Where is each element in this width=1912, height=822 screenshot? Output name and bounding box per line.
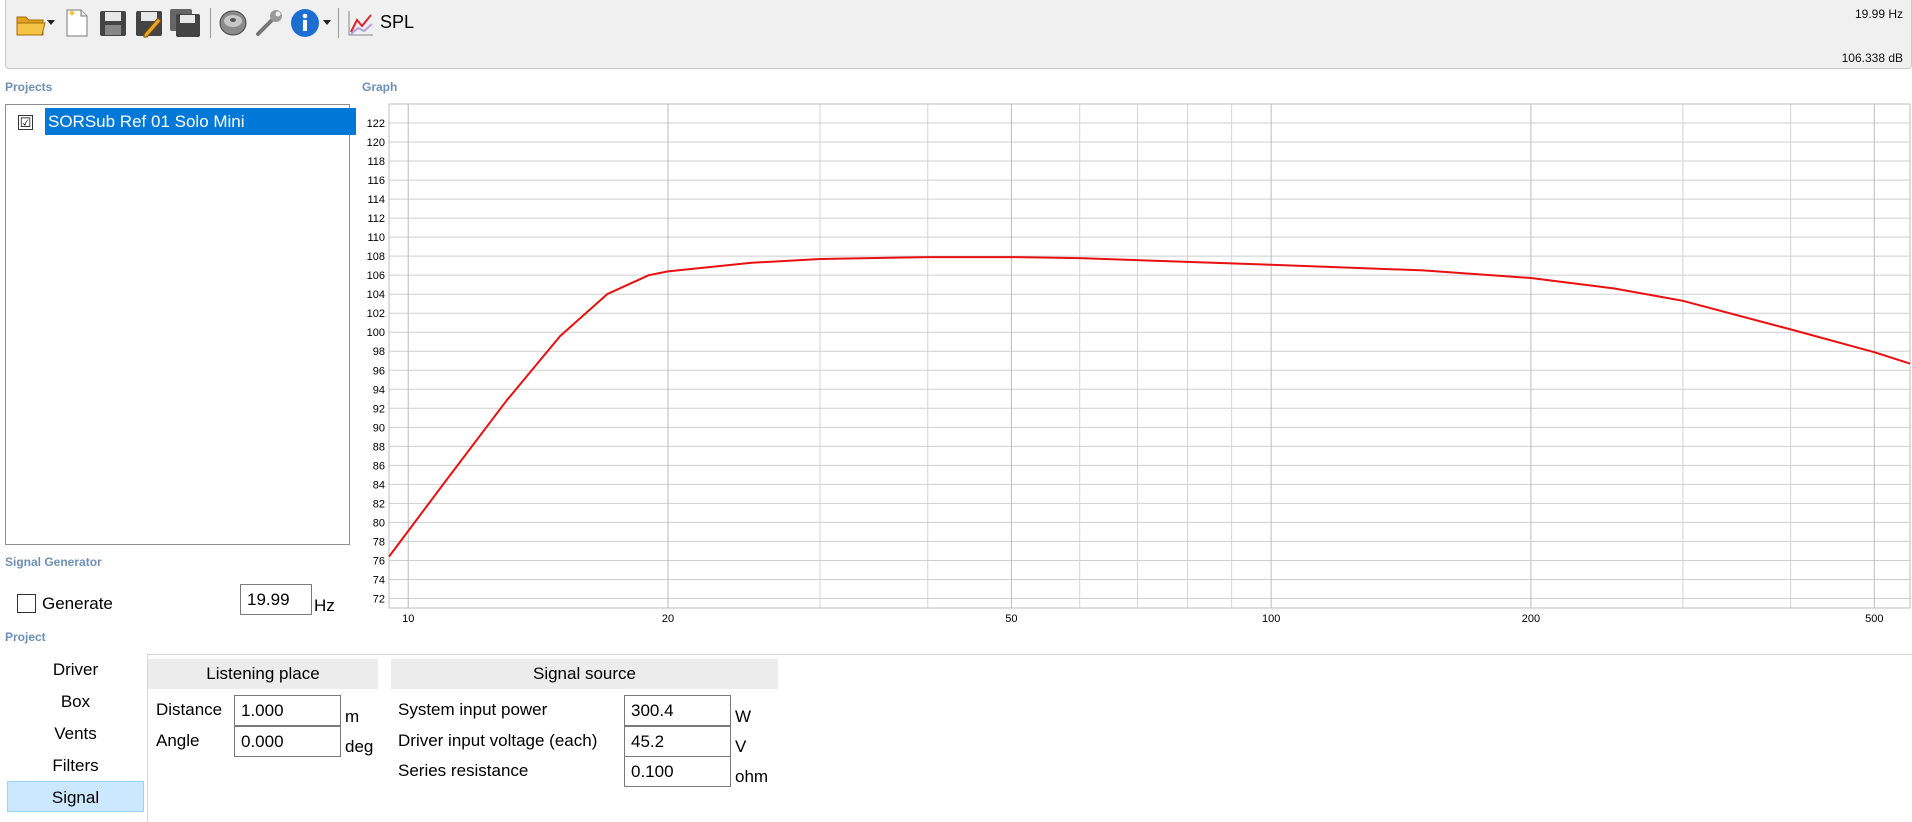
spl-graph[interactable]: 72 74 76 78 80 82 84 86 88 90 92 94 96 98 100 102 104 106… xyxy=(352,103,1912,633)
y-tick-label: 108 xyxy=(367,251,385,263)
x-tick-label: 50 xyxy=(1005,613,1017,625)
system-input-power-label: System input power xyxy=(398,700,548,719)
system-input-power-input[interactable]: 300.4 xyxy=(624,695,731,726)
nav-item-signal[interactable]: Signal xyxy=(7,781,144,812)
project-section-label: Project xyxy=(5,630,46,644)
nav-item-vents[interactable]: Vents xyxy=(7,718,144,749)
distance-unit: m xyxy=(345,707,360,726)
y-tick-label: 86 xyxy=(373,460,385,472)
spl-button-label[interactable]: SPL xyxy=(380,12,414,33)
y-tick-label: 78 xyxy=(373,536,385,548)
y-tick-label: 112 xyxy=(367,213,385,225)
distance-input[interactable]: 1.000 xyxy=(234,695,341,726)
y-tick-label: 76 xyxy=(373,555,385,567)
generate-label: Generate xyxy=(42,594,113,613)
angle-unit: deg xyxy=(345,737,374,756)
spl-graph-icon[interactable] xyxy=(344,6,378,40)
y-tick-label: 110 xyxy=(367,232,385,244)
signal-source-header: Signal source xyxy=(391,659,778,689)
projects-section-label: Projects xyxy=(5,80,53,94)
listening-place-header: Listening place xyxy=(148,659,378,689)
frequency-input[interactable]: 19.99 xyxy=(240,584,312,615)
y-tick-label: 96 xyxy=(373,365,385,377)
y-tick-label: 118 xyxy=(367,156,385,168)
toolbar: SPL 19.99 Hz 106.338 dB xyxy=(5,0,1912,69)
frequency-unit: Hz xyxy=(314,596,335,615)
spl-chart[interactable]: 72 74 76 78 80 82 84 86 88 90 92 94 96 98 100 102 104 106… xyxy=(352,103,1912,633)
graph-section-label: Graph xyxy=(362,80,398,94)
y-tick-label: 104 xyxy=(367,289,385,301)
nav-item-box[interactable]: Box xyxy=(7,686,144,717)
series-resistance-input[interactable]: 0.100 xyxy=(624,756,731,787)
y-tick-label: 74 xyxy=(373,574,385,586)
series-resistance-label: Series resistance xyxy=(398,761,529,780)
speaker-driver-icon[interactable] xyxy=(216,6,250,40)
y-tick-label: 100 xyxy=(367,327,385,339)
angle-label: Angle xyxy=(156,731,200,750)
project-name[interactable]: SORSub Ref 01 Solo Mini xyxy=(45,108,356,135)
y-tick-label: 88 xyxy=(373,441,385,453)
y-tick-label: 84 xyxy=(373,479,385,491)
x-tick-label: 10 xyxy=(402,613,414,625)
list-item[interactable]: ☑ SORSub Ref 01 Solo Mini xyxy=(12,107,356,135)
x-tick-label: 500 xyxy=(1865,613,1883,625)
y-tick-label: 102 xyxy=(367,308,385,320)
y-tick-label: 122 xyxy=(367,118,385,130)
new-document-icon[interactable] xyxy=(60,6,94,40)
y-tick-label: 90 xyxy=(373,422,385,434)
y-tick-label: 92 xyxy=(373,403,385,415)
save-icon[interactable] xyxy=(96,6,130,40)
toolbar-separator xyxy=(338,8,339,38)
x-tick-label: 20 xyxy=(662,613,674,625)
toolbar-separator xyxy=(210,8,211,38)
chevron-down-icon[interactable] xyxy=(322,17,332,27)
x-tick-label: 100 xyxy=(1262,613,1280,625)
distance-label: Distance xyxy=(156,700,223,719)
save-as-icon[interactable] xyxy=(132,6,166,40)
y-tick-label: 106 xyxy=(367,270,385,282)
save-all-icon[interactable] xyxy=(168,6,202,40)
driver-input-voltage-input[interactable]: 45.2 xyxy=(624,726,731,757)
y-tick-label: 116 xyxy=(367,175,385,187)
open-folder-icon[interactable] xyxy=(14,6,48,40)
power-unit: W xyxy=(735,707,752,726)
y-tick-label: 120 xyxy=(367,137,385,149)
driver-input-voltage-label: Driver input voltage (each) xyxy=(398,731,598,750)
project-checkbox[interactable]: ☑ xyxy=(18,115,33,130)
nav-item-filters[interactable]: Filters xyxy=(7,750,144,781)
y-tick-label: 98 xyxy=(373,346,385,358)
signal-generator-section-label: Signal Generator xyxy=(5,555,102,569)
y-tick-label: 114 xyxy=(367,194,385,206)
y-tick-label: 80 xyxy=(373,517,385,529)
info-icon[interactable] xyxy=(288,6,322,40)
voltage-unit: V xyxy=(735,737,747,756)
y-tick-label: 72 xyxy=(373,593,385,605)
frequency-readout: 19.99 Hz xyxy=(1854,7,1903,21)
level-readout: 106.338 dB xyxy=(1841,51,1903,65)
wrench-icon[interactable] xyxy=(252,6,286,40)
nav-item-driver[interactable]: Driver xyxy=(7,654,144,685)
projects-list: ☑ SORSub Ref 01 Solo Mini xyxy=(5,104,356,545)
signal-settings-panel: Listening place Distance 1.000 m Angle 0… xyxy=(147,654,1912,822)
angle-input[interactable]: 0.000 xyxy=(234,726,341,757)
chevron-down-icon[interactable] xyxy=(46,17,56,27)
y-tick-label: 82 xyxy=(373,498,385,510)
y-tick-label: 94 xyxy=(373,384,385,396)
generate-checkbox[interactable] xyxy=(17,594,36,613)
resistance-unit: ohm xyxy=(735,767,769,786)
x-tick-label: 200 xyxy=(1522,613,1540,625)
